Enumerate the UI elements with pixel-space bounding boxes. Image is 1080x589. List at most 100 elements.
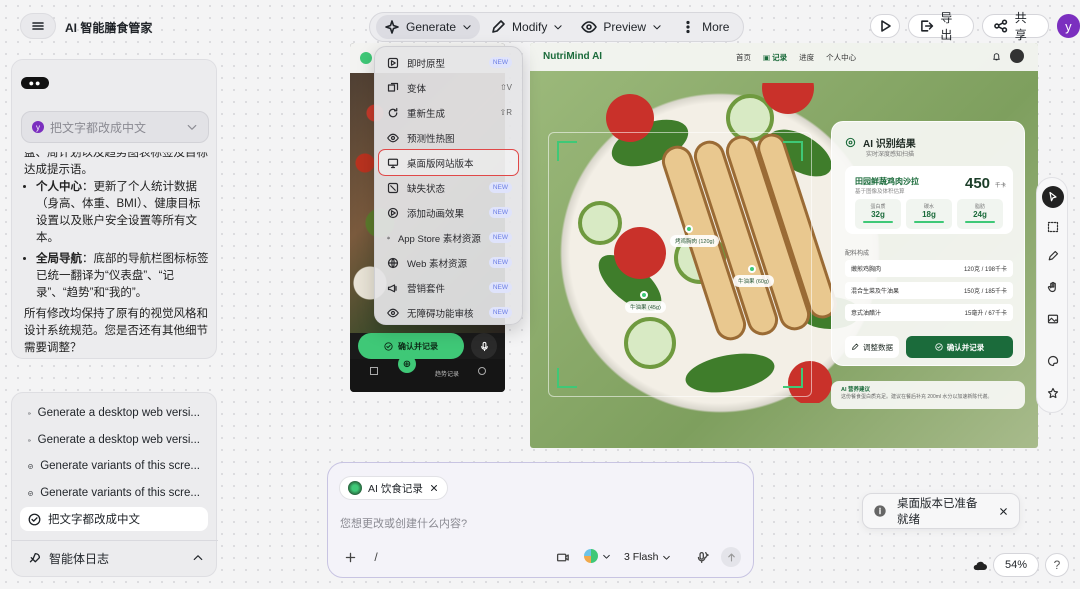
add-button[interactable]	[340, 547, 360, 567]
tag-anchor	[640, 291, 648, 299]
play-icon	[881, 20, 891, 32]
preview-menu-button[interactable]: Preview	[573, 15, 670, 39]
new-badge: NEW	[488, 232, 512, 243]
play-button[interactable]	[870, 14, 900, 38]
nav-link-profile[interactable]: 个人中心	[826, 52, 856, 63]
chat-bullet: 全局导航：底部的导航栏图标标签已统一翻译为“仪表盘”、“记录”、“趋势”和“我的…	[36, 251, 210, 302]
star-icon	[1047, 387, 1059, 399]
megaphone-icon	[387, 283, 397, 292]
food-summary: 田园鲜蔬鸡肉沙拉 基于图像及体积估算 450 千卡 蛋白质 32g 碳水 18g…	[845, 166, 1013, 234]
agent-log-toggle[interactable]: 智能体日志	[28, 548, 204, 568]
chat-closing: 所有修改均保持了原有的视觉风格和设计系统规范。您是否还有其他细节需要调整？	[24, 308, 208, 354]
model-label: 3 Flash	[624, 551, 659, 563]
profile-icon[interactable]	[478, 367, 486, 375]
mobile-mic-button[interactable]	[471, 333, 497, 359]
prompt-input[interactable]: 您想更改或创建什么内容?	[340, 515, 467, 531]
menu-item-desktop-version[interactable]: 桌面版网站版本	[378, 149, 519, 176]
menu-item-animations[interactable]: 添加动画效果 NEW	[379, 200, 518, 225]
menu-item-missing-states[interactable]: 缺失状态 NEW	[379, 175, 518, 200]
new-badge: NEW	[488, 257, 512, 268]
tag-anchor	[685, 225, 693, 233]
ingredient-name: 混合生菜及牛油果	[851, 289, 900, 295]
preview-label: Preview	[603, 20, 647, 34]
mobile-nav-label[interactable]: 趋势记录	[435, 369, 459, 378]
close-icon[interactable]	[429, 483, 439, 493]
check-circle-icon	[28, 463, 33, 469]
nav-link-record[interactable]: ▣ 记录	[763, 52, 787, 63]
theme-picker[interactable]	[584, 549, 611, 563]
ingredient-row: 意式油醋汁 15毫升 / 67千卡	[845, 304, 1013, 321]
brand-logo[interactable]: NutriMind AI	[543, 51, 602, 62]
slash-command-button[interactable]: /	[366, 547, 386, 567]
history-item[interactable]: Generate a desktop web versi...	[20, 401, 208, 425]
modify-label: Modify	[512, 20, 548, 34]
mobile-bottom-nav: 趋势记录	[350, 359, 505, 392]
history-item[interactable]: Generate variants of this scre...	[20, 481, 208, 505]
check-circle-icon	[935, 343, 943, 351]
history-item-active[interactable]: 把文字都改成中文	[20, 507, 208, 531]
history-item[interactable]: Generate variants of this scre...	[20, 454, 208, 478]
frame-tool[interactable]	[1042, 216, 1064, 238]
grid-icon[interactable]	[370, 367, 378, 375]
share-button[interactable]: 共享	[982, 11, 1049, 42]
confirm-record-button[interactable]: 确认并记录	[906, 336, 1013, 358]
image-tool[interactable]	[1042, 308, 1064, 330]
mobile-add-button[interactable]: ⊕	[398, 355, 416, 373]
nav-avatar[interactable]	[1010, 49, 1024, 63]
menu-item-variants[interactable]: 变体 ⇧V	[379, 75, 518, 100]
menu-item-label: Web 素材资源	[407, 258, 468, 270]
chevron-down-icon	[187, 124, 197, 130]
favorite-tool[interactable]	[1042, 382, 1064, 404]
mobile-confirm-label: 确认并记录	[398, 341, 438, 351]
menu-button[interactable]	[20, 13, 56, 39]
nav-links: 首页 ▣ 记录 进度 个人中心	[736, 52, 856, 63]
menu-item-marketing-kit[interactable]: 营销套件 NEW	[379, 275, 518, 300]
zoom-level[interactable]: 54%	[993, 553, 1039, 577]
rocket-icon	[29, 552, 41, 562]
menu-item-label: 预测性热图	[407, 133, 455, 145]
result-subtitle: 实时深度感知扫描	[866, 152, 915, 158]
sparkle-icon	[385, 20, 399, 34]
desktop-preview-frame[interactable]: NutriMind AI 首页 ▣ 记录 进度 个人中心 烤鸡胸肉 (120g)…	[530, 43, 1038, 448]
menu-item-label: App Store 素材资源	[397, 233, 481, 245]
voice-button[interactable]	[692, 547, 712, 567]
top-actions: 导出 共享 y	[870, 11, 1080, 42]
context-chip[interactable]: AI 饮食记录	[339, 476, 448, 500]
model-selector[interactable]: 3 Flash	[624, 547, 671, 567]
prompt-select-value: 把文字都改成中文	[50, 120, 147, 135]
menu-item-app-store-assets[interactable]: App Store 素材资源 NEW	[379, 225, 518, 250]
close-icon[interactable]	[998, 506, 1009, 517]
screen-button[interactable]	[552, 547, 572, 567]
menu-item-instant-prototype[interactable]: 即时原型 NEW	[379, 50, 518, 75]
menu-item-accessibility-audit[interactable]: 无障碍功能审核 NEW	[379, 300, 518, 325]
history-item[interactable]: Generate a desktop web versi...	[20, 428, 208, 452]
pen-tool[interactable]	[1042, 245, 1064, 267]
eye-icon	[581, 21, 598, 33]
export-label: 导出	[940, 11, 953, 42]
adjust-data-button[interactable]: 调整数据	[845, 336, 899, 358]
modify-menu-button[interactable]: Modify	[482, 15, 571, 39]
palette-tool[interactable]	[1042, 350, 1064, 372]
chevron-down-icon	[463, 25, 471, 30]
mobile-logo	[360, 52, 372, 64]
menu-item-regenerate[interactable]: 重新生成 ⇧R	[379, 100, 518, 125]
history-panel: Generate a desktop web versi... Generate…	[11, 392, 218, 577]
bell-icon[interactable]	[992, 52, 1001, 61]
arrow-up-icon	[727, 553, 735, 561]
user-avatar[interactable]: y	[1056, 14, 1080, 38]
select-tool[interactable]	[1042, 186, 1064, 208]
export-button[interactable]: 导出	[908, 11, 975, 42]
more-menu-button[interactable]: More	[672, 15, 737, 39]
history-label: Generate variants of this scre...	[40, 487, 200, 499]
prompt-select[interactable]: y 把文字都改成中文	[21, 111, 209, 143]
hand-tool[interactable]	[1042, 276, 1064, 298]
generate-menu-button[interactable]: Generate	[376, 15, 481, 39]
send-button[interactable]	[721, 547, 741, 567]
menu-item-heatmap[interactable]: 预测性热图	[379, 125, 518, 150]
nav-link-home[interactable]: 首页	[736, 52, 751, 63]
help-button[interactable]: ?	[1045, 553, 1069, 577]
chevron-up-icon	[193, 555, 203, 561]
food-tag: 烤鸡胸肉 (120g)	[670, 235, 720, 247]
menu-item-web-assets[interactable]: Web 素材资源 NEW	[379, 250, 518, 275]
nav-link-progress[interactable]: 进度	[799, 52, 814, 63]
